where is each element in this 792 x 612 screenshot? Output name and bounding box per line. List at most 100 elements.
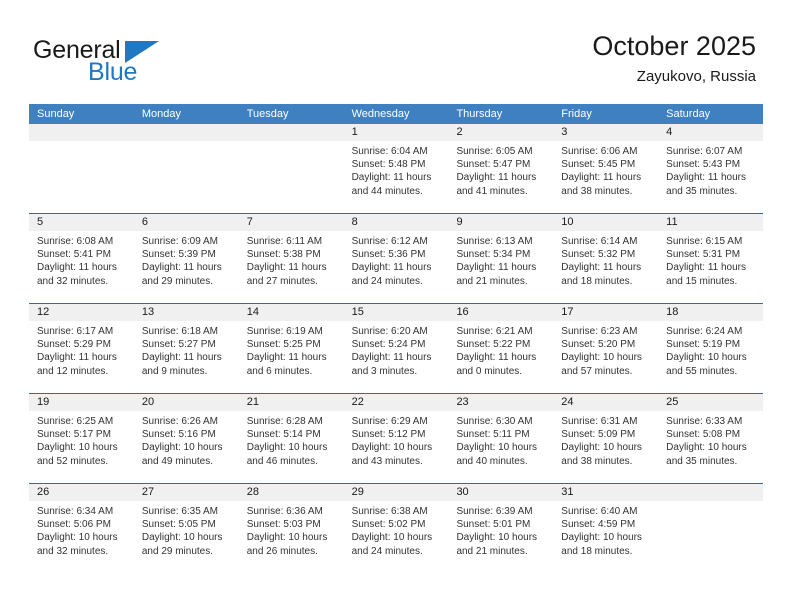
calendar-day-cell[interactable]: 18 Sunrise: 6:24 AM Sunset: 5:19 PM Dayligh… <box>658 304 764 393</box>
sunset-text: Sunset: 4:59 PM <box>561 519 636 531</box>
calendar-day-cell[interactable]: 15 Sunrise: 6:20 AM Sunset: 5:24 PM Dayligh… <box>343 304 449 393</box>
calendar-day-cell[interactable]: 16 Sunrise: 6:21 AM Sunset: 5:22 PM Dayligh… <box>448 304 554 393</box>
calendar-day-cell[interactable]: 8 Sunrise: 6:12 AM Sunset: 5:36 PM Daylight… <box>343 214 449 303</box>
day-number: 21 <box>238 394 344 411</box>
day-details: Sunrise: 6:07 AM Sunset: 5:43 PM Daylight:… <box>658 141 763 198</box>
calendar-day-cell[interactable]: 19 Sunrise: 6:25 AM Sunset: 5:17 PM Dayligh… <box>29 394 134 483</box>
day-details: Sunrise: 6:33 AM Sunset: 5:08 PM Daylight:… <box>658 411 763 468</box>
calendar-day-cell[interactable]: 7 Sunrise: 6:11 AM Sunset: 5:38 PM Daylight… <box>238 214 344 303</box>
calendar-day-cell[interactable]: 22 Sunrise: 6:29 AM Sunset: 5:12 PM Dayligh… <box>343 394 449 483</box>
daylight-text: Daylight: 11 hours and 15 minutes. <box>666 262 747 287</box>
calendar-day-cell[interactable]: 4 Sunrise: 6:07 AM Sunset: 5:43 PM Daylight… <box>658 124 764 213</box>
day-details: Sunrise: 6:34 AM Sunset: 5:06 PM Daylight:… <box>29 501 134 558</box>
daylight-text: Daylight: 10 hours and 24 minutes. <box>351 532 433 557</box>
calendar-day-cell[interactable]: 10 Sunrise: 6:14 AM Sunset: 5:32 PM Dayligh… <box>553 214 659 303</box>
sunset-text: Sunset: 5:34 PM <box>456 249 531 261</box>
day-details: Sunrise: 6:29 AM Sunset: 5:12 PM Daylight:… <box>344 411 449 468</box>
day-number: 27 <box>133 484 239 501</box>
sunset-text: Sunset: 5:19 PM <box>666 339 741 351</box>
calendar-day-cell[interactable]: 13 Sunrise: 6:18 AM Sunset: 5:27 PM Dayligh… <box>133 304 239 393</box>
calendar-day-cell[interactable]: 3 Sunrise: 6:06 AM Sunset: 5:45 PM Daylight… <box>553 124 659 213</box>
calendar-day-cell[interactable]: 29 Sunrise: 6:38 AM Sunset: 5:02 PM Dayligh… <box>343 484 449 573</box>
day-details: Sunrise: 6:20 AM Sunset: 5:24 PM Daylight:… <box>344 321 449 378</box>
daylight-text: Daylight: 11 hours and 32 minutes. <box>37 262 117 287</box>
calendar-day-cell[interactable]: 1 Sunrise: 6:04 AM Sunset: 5:48 PM Daylight… <box>343 124 449 213</box>
sunrise-text: Sunrise: 6:17 AM <box>37 326 114 337</box>
calendar-day-cell[interactable]: 24 Sunrise: 6:31 AM Sunset: 5:09 PM Dayligh… <box>553 394 659 483</box>
calendar-day-cell[interactable]: 21 Sunrise: 6:28 AM Sunset: 5:14 PM Dayligh… <box>238 394 344 483</box>
calendar-day-cell-empty <box>658 484 764 573</box>
brand-name-blue: Blue <box>88 58 138 86</box>
sunrise-text: Sunrise: 6:25 AM <box>37 416 114 427</box>
daylight-text: Daylight: 11 hours and 12 minutes. <box>37 352 117 377</box>
day-details: Sunrise: 6:39 AM Sunset: 5:01 PM Daylight:… <box>448 501 553 558</box>
daylight-text: Daylight: 10 hours and 35 minutes. <box>666 442 747 467</box>
calendar-day-cell-empty <box>238 124 344 213</box>
weekday-header-tuesday: Tuesday <box>246 108 289 120</box>
sunrise-text: Sunrise: 6:14 AM <box>561 236 638 247</box>
brand-logo[interactable]: General Blue <box>33 36 213 88</box>
daylight-text: Daylight: 10 hours and 46 minutes. <box>246 442 328 467</box>
calendar-week-row: 19 Sunrise: 6:25 AM Sunset: 5:17 PM Dayligh… <box>29 393 764 483</box>
day-number: 11 <box>658 214 764 231</box>
calendar-day-cell[interactable]: 5 Sunrise: 6:08 AM Sunset: 5:41 PM Daylight… <box>29 214 134 303</box>
calendar-day-cell[interactable]: 23 Sunrise: 6:30 AM Sunset: 5:11 PM Dayligh… <box>448 394 554 483</box>
day-number: 8 <box>343 214 449 231</box>
sunrise-text: Sunrise: 6:40 AM <box>561 506 638 517</box>
calendar-day-cell[interactable]: 28 Sunrise: 6:36 AM Sunset: 5:03 PM Dayligh… <box>238 484 344 573</box>
daylight-text: Daylight: 11 hours and 0 minutes. <box>456 352 537 377</box>
calendar-day-cell[interactable]: 2 Sunrise: 6:05 AM Sunset: 5:47 PM Daylight… <box>448 124 554 213</box>
day-details: Sunrise: 6:09 AM Sunset: 5:39 PM Daylight:… <box>134 231 239 288</box>
daylight-text: Daylight: 11 hours and 27 minutes. <box>246 262 327 287</box>
title-block: October 2025 Zayukovo, Russia <box>592 30 756 87</box>
calendar-day-cell[interactable]: 30 Sunrise: 6:39 AM Sunset: 5:01 PM Dayligh… <box>448 484 554 573</box>
sunrise-text: Sunrise: 6:35 AM <box>141 506 219 517</box>
weekday-header-friday: Friday <box>561 108 592 120</box>
day-details: Sunrise: 6:06 AM Sunset: 5:45 PM Daylight:… <box>553 141 658 198</box>
day-details: Sunrise: 6:11 AM Sunset: 5:38 PM Daylight:… <box>239 231 344 288</box>
sunset-text: Sunset: 5:47 PM <box>456 159 531 171</box>
sunset-text: Sunset: 5:01 PM <box>456 519 531 531</box>
sunrise-text: Sunrise: 6:18 AM <box>141 326 219 337</box>
day-number: 14 <box>238 304 344 321</box>
daylight-text: Daylight: 11 hours and 3 minutes. <box>351 352 432 377</box>
sunset-text: Sunset: 5:05 PM <box>141 519 216 531</box>
daylight-text: Daylight: 10 hours and 52 minutes. <box>37 442 118 467</box>
sunset-text: Sunset: 5:09 PM <box>561 429 636 441</box>
calendar-day-cell[interactable]: 27 Sunrise: 6:35 AM Sunset: 5:05 PM Dayligh… <box>133 484 239 573</box>
calendar-day-cell[interactable]: 31 Sunrise: 6:40 AM Sunset: 4:59 PM Dayligh… <box>553 484 659 573</box>
calendar-page: General Blue October 2025 Zayukovo, Russ… <box>0 0 792 612</box>
page-title: October 2025 <box>592 31 756 61</box>
calendar-day-cell[interactable]: 11 Sunrise: 6:15 AM Sunset: 5:31 PM Dayligh… <box>658 214 764 303</box>
sunrise-text: Sunrise: 6:38 AM <box>351 506 428 517</box>
day-details: Sunrise: 6:19 AM Sunset: 5:25 PM Daylight:… <box>239 321 344 378</box>
sunset-text: Sunset: 5:22 PM <box>456 339 531 351</box>
day-details: Sunrise: 6:14 AM Sunset: 5:32 PM Daylight:… <box>553 231 658 288</box>
calendar-weeks: 1 Sunrise: 6:04 AM Sunset: 5:48 PM Daylight… <box>29 124 764 573</box>
sunset-text: Sunset: 5:24 PM <box>351 339 426 351</box>
calendar-day-cell[interactable]: 17 Sunrise: 6:23 AM Sunset: 5:20 PM Dayligh… <box>553 304 659 393</box>
calendar-day-cell[interactable]: 14 Sunrise: 6:19 AM Sunset: 5:25 PM Dayligh… <box>238 304 344 393</box>
day-details: Sunrise: 6:40 AM Sunset: 4:59 PM Daylight:… <box>553 501 658 558</box>
calendar-week-row: 12 Sunrise: 6:17 AM Sunset: 5:29 PM Dayligh… <box>29 303 764 393</box>
day-details: Sunrise: 6:17 AM Sunset: 5:29 PM Daylight:… <box>29 321 134 378</box>
calendar-day-cell[interactable]: 9 Sunrise: 6:13 AM Sunset: 5:34 PM Daylight… <box>448 214 554 303</box>
calendar-day-cell[interactable]: 6 Sunrise: 6:09 AM Sunset: 5:39 PM Daylight… <box>133 214 239 303</box>
sunrise-text: Sunrise: 6:15 AM <box>666 236 743 247</box>
day-number: 12 <box>29 304 134 321</box>
calendar-day-cell[interactable]: 20 Sunrise: 6:26 AM Sunset: 5:16 PM Dayligh… <box>133 394 239 483</box>
sunset-text: Sunset: 5:02 PM <box>351 519 426 531</box>
sunrise-text: Sunrise: 6:31 AM <box>561 416 638 427</box>
day-number <box>133 124 239 141</box>
calendar-day-cell[interactable]: 25 Sunrise: 6:33 AM Sunset: 5:08 PM Dayligh… <box>658 394 764 483</box>
sunrise-text: Sunrise: 6:23 AM <box>561 326 638 337</box>
calendar-week-row: 5 Sunrise: 6:08 AM Sunset: 5:41 PM Daylight… <box>29 213 764 303</box>
weekday-header-thursday: Thursday <box>456 108 503 120</box>
calendar-day-cell[interactable]: 26 Sunrise: 6:34 AM Sunset: 5:06 PM Dayligh… <box>29 484 134 573</box>
sunset-text: Sunset: 5:32 PM <box>561 249 636 261</box>
daylight-text: Daylight: 10 hours and 40 minutes. <box>456 442 538 467</box>
daylight-text: Daylight: 10 hours and 21 minutes. <box>456 532 538 557</box>
sunset-text: Sunset: 5:14 PM <box>246 429 321 441</box>
day-number: 19 <box>29 394 134 411</box>
calendar-day-cell[interactable]: 12 Sunrise: 6:17 AM Sunset: 5:29 PM Dayligh… <box>29 304 134 393</box>
